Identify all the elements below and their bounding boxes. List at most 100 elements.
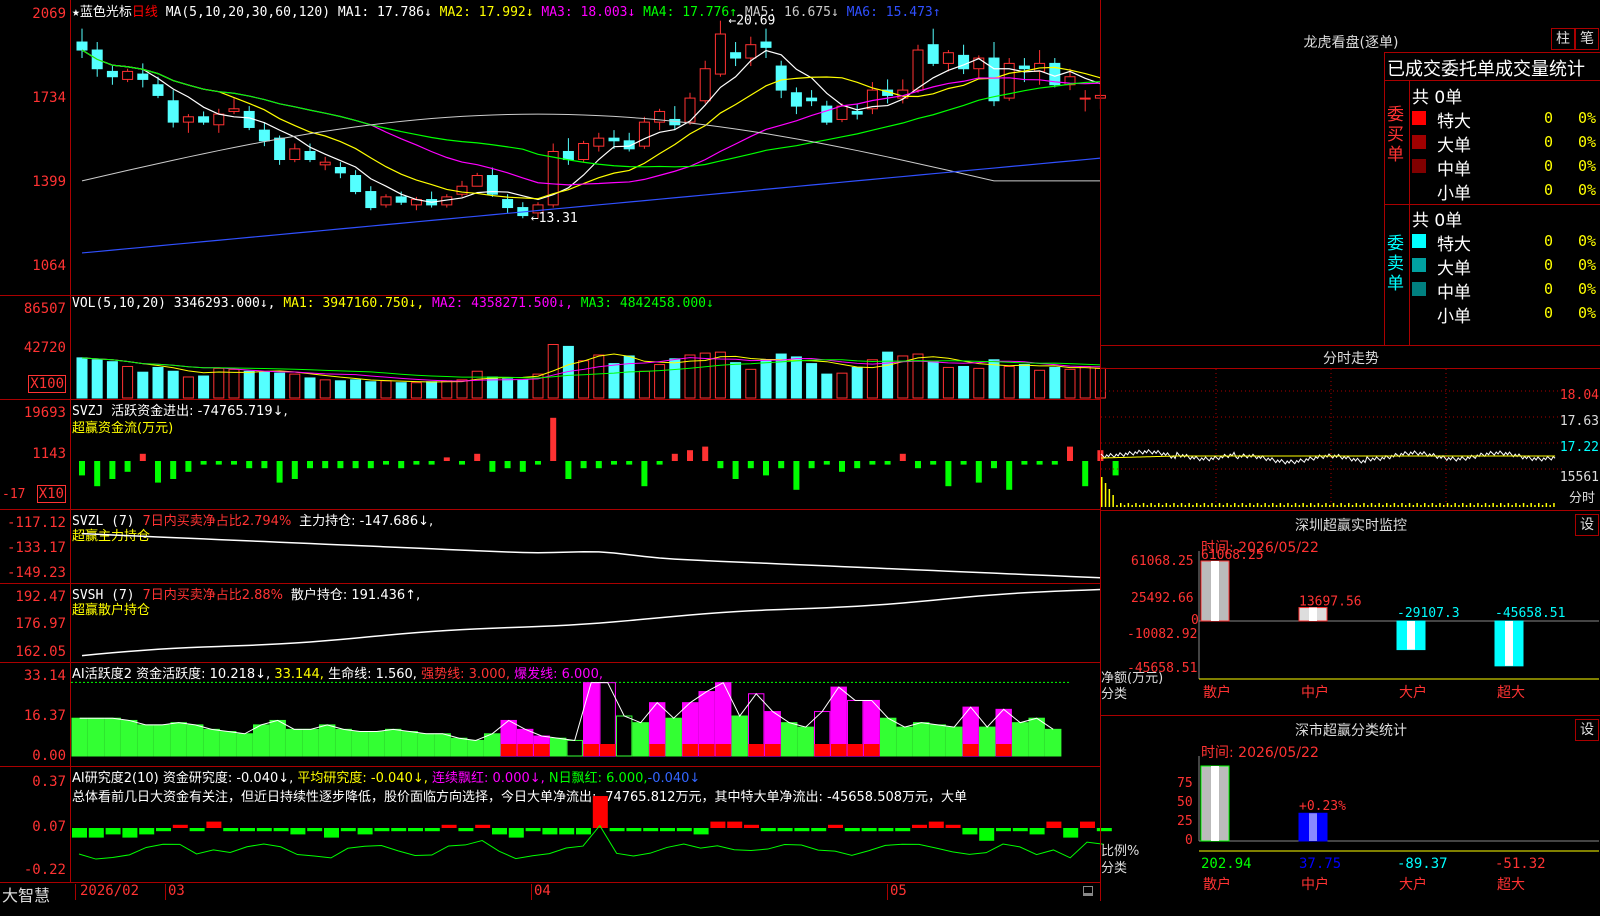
- volume-pane[interactable]: 86507 42720 X100 VOL(5,10,20) 3346293.00…: [0, 295, 1106, 400]
- monitor-category: 中户: [1301, 684, 1329, 701]
- monitor-bar-chart[interactable]: 61068.25 散户 13697.56 中户 -29107.3 大户 -45658.51 超…: [1198, 531, 1599, 711]
- research-bar: [273, 828, 289, 832]
- intraday-volume-bar: [1355, 503, 1358, 507]
- volume-bar: [350, 379, 362, 399]
- lock-icon[interactable]: [1083, 886, 1093, 896]
- research-bar: [424, 828, 440, 832]
- activity-bar: [913, 722, 930, 757]
- activity-bar: [352, 731, 369, 757]
- svsh-tick: 162.05: [15, 644, 66, 660]
- activity-bar: [154, 724, 171, 757]
- volume-bar: [258, 371, 270, 399]
- order-row-percent: 0%: [1578, 280, 1597, 298]
- svzj-chart[interactable]: [71, 407, 1119, 507]
- svzj-axis: 19693 1143 -17 X10: [0, 399, 71, 509]
- intraday-volume-tick: 15561: [1559, 470, 1599, 485]
- volume-bar: [304, 377, 316, 399]
- price-tick: 1734: [32, 90, 66, 106]
- fund-flow-bar: [383, 461, 389, 465]
- intraday-panel[interactable]: 分时走势 18.04 17.63 17.22 15561 分时: [1100, 345, 1600, 511]
- svsh-pane[interactable]: 192.47 176.97 162.05 SVSH (7) 7日内买卖净占比2.…: [0, 583, 1101, 663]
- realtime-monitor-panel[interactable]: 深圳超赢实时监控 设 时间: 2026/05/22 61068.25 25492…: [1100, 510, 1600, 716]
- intraday-volume-bar: [1389, 505, 1392, 507]
- research-bar: [88, 828, 104, 838]
- monitor-bar-label: 13697.56: [1299, 595, 1362, 610]
- svzj-pane[interactable]: 19693 1143 -17 X10 SVZJ 活跃资金进出: -74765.7…: [0, 399, 1119, 510]
- ma-line: [81, 157, 1101, 254]
- candle-body: [1018, 65, 1030, 70]
- intraday-chart[interactable]: [1100, 369, 1563, 509]
- fund-flow-bar: [869, 461, 876, 465]
- ai-research-chart[interactable]: [71, 796, 1112, 878]
- ai-research-tick: -0.22: [23, 862, 66, 878]
- class-bar-chart[interactable]: +0.23% 202.94 散户 37.75 中户 -89.37 大户 -51.32 超大: [1198, 736, 1599, 916]
- svzj-tick: 19693: [23, 405, 66, 421]
- svzl-pane[interactable]: -117.12 -133.17 -149.23 SVZL (7) 7日内买卖净占…: [0, 509, 1101, 584]
- activity-base-bar: [814, 744, 830, 756]
- research-bar: [408, 828, 423, 832]
- order-row-value: 0: [1544, 304, 1554, 322]
- intraday-tick: 17.63: [1559, 414, 1599, 429]
- kline-pane[interactable]: 2069 1734 1399 1064 ★蓝色光标日线 MA(5,10,20,3…: [0, 0, 1106, 296]
- intraday-volume-bar: [1325, 503, 1327, 507]
- order-color-swatch: [1412, 306, 1426, 320]
- activity-base-bar: [996, 744, 1012, 756]
- classification-panel[interactable]: 深市超赢分类统计 设 时间: 2026/05/22 75 50 25 0 比例%…: [1100, 715, 1600, 901]
- volume-bar: [973, 367, 985, 399]
- intraday-volume-bar: [1101, 477, 1103, 507]
- buy-total: 共 0单: [1412, 88, 1463, 108]
- intraday-volume-bar: [1488, 505, 1491, 507]
- fund-flow-bar: [124, 461, 131, 472]
- research-bar: [592, 796, 608, 828]
- tick-mode-button[interactable]: 笔: [1575, 28, 1599, 50]
- date-label: 03: [168, 883, 185, 899]
- svsh-line-chart[interactable]: [71, 585, 1101, 660]
- fund-flow-bar: [1067, 446, 1073, 461]
- intraday-volume-bar: [1408, 503, 1411, 507]
- candlestick-chart[interactable]: ←20.69 ←13.31: [71, 14, 1106, 293]
- volume-bar: [1003, 365, 1015, 399]
- intraday-volume-bar: [1146, 505, 1149, 507]
- class-tick: 0: [1185, 833, 1193, 848]
- volume-chart[interactable]: [71, 312, 1106, 399]
- volume-bar: [365, 381, 377, 399]
- volume-bar: [775, 353, 787, 399]
- activity-bar: [401, 731, 418, 757]
- intraday-volume-bar: [1268, 505, 1270, 507]
- bar-mode-button[interactable]: 柱: [1551, 28, 1575, 50]
- fund-flow-bar: [854, 461, 861, 469]
- activity-base-bar: [963, 744, 979, 756]
- activity-bar: [616, 715, 633, 757]
- svzl-line-chart[interactable]: [71, 511, 1101, 581]
- intraday-volume-bar: [1477, 503, 1479, 507]
- monitor-bar-label: -29107.3: [1397, 606, 1460, 621]
- volume-title: VOL(5,10,20): [72, 296, 166, 311]
- intraday-volume-bar: [1116, 505, 1118, 507]
- candle-body: [593, 137, 605, 147]
- fund-flow-bar: [307, 461, 313, 469]
- dragon-tiger-title: 龙虎看盘(逐单): [1303, 35, 1399, 51]
- intraday-tick: 18.04: [1559, 388, 1599, 403]
- activity-bar: [104, 717, 121, 757]
- volume-bar: [182, 376, 194, 399]
- monitor-tick: 0: [1191, 613, 1199, 628]
- order-row-label: 特大: [1437, 235, 1471, 255]
- research-bar: [1012, 828, 1028, 832]
- research-bar: [693, 828, 709, 835]
- candle-body: [213, 113, 225, 126]
- fund-flow-bar: [246, 461, 253, 469]
- sell-total: 共 0单: [1412, 211, 1463, 231]
- order-row: 中单 0 0%: [1412, 155, 1600, 180]
- fund-flow-bar: [565, 461, 572, 479]
- research-bar: [878, 828, 894, 832]
- ai-active-chart[interactable]: [71, 676, 1099, 764]
- activity-base-bar: [600, 744, 616, 756]
- volume-bar: [593, 354, 605, 399]
- ai-active-pane[interactable]: 33.14 16.37 0.00 AI活跃度2 资金活跃度: 10.218↓, …: [0, 662, 1100, 767]
- intraday-volume-bar: [1424, 503, 1426, 507]
- intraday-volume-bar: [1177, 505, 1179, 507]
- ai-research-pane[interactable]: 0.37 0.07 -0.22 AI研究度2(10) 资金研究度: -0.040…: [0, 766, 1112, 882]
- candle-body: [198, 116, 210, 123]
- research-bar: [660, 828, 675, 832]
- research-bar: [542, 828, 558, 835]
